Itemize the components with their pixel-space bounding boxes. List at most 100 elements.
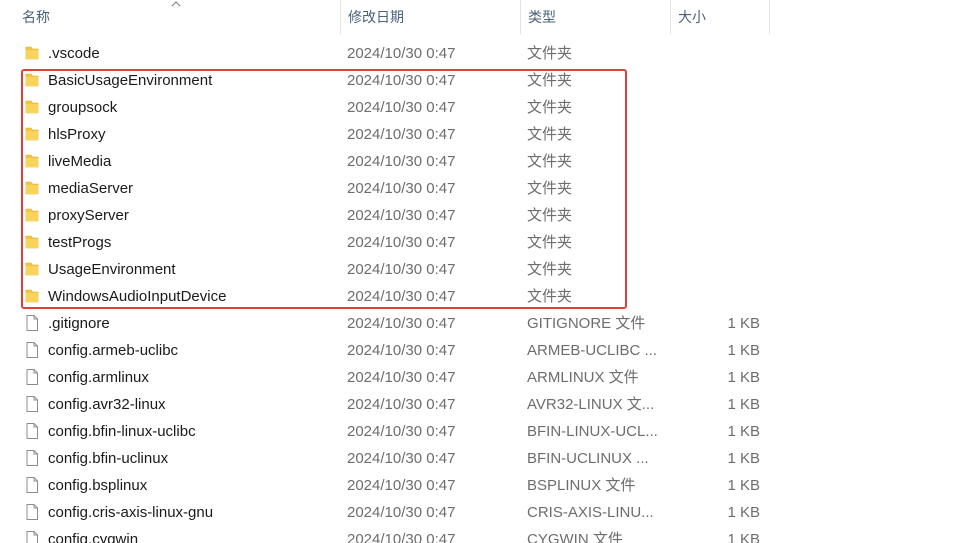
file-icon [24,476,40,494]
folder-icon [24,260,40,278]
file-size: 1 KB [727,504,760,521]
file-name: liveMedia [48,153,112,170]
file-row[interactable]: config.bfin-uclinux 2024/10/30 0:47 BFIN-U… [0,445,975,472]
file-size [670,175,760,202]
file-size [670,94,760,121]
file-size [670,202,760,229]
file-size [670,148,760,175]
file-modified-date: 2024/10/30 0:47 [347,315,456,332]
file-type: BFIN-UCLINUX ... [527,450,649,467]
file-row[interactable]: hlsProxy 2024/10/30 0:47 文件夹 [0,121,975,148]
file-row[interactable]: liveMedia 2024/10/30 0:47 文件夹 [0,148,975,175]
file-explorer: 名称 修改日期 类型 大小 .vscode 2024/10/30 0:47 文件夹 B… [0,0,975,543]
file-modified-date: 2024/10/30 0:47 [347,450,456,467]
file-row[interactable]: UsageEnvironment 2024/10/30 0:47 文件夹 [0,256,975,283]
file-size: 1 KB [727,450,760,467]
file-name: config.bfin-linux-uclibc [48,423,196,440]
file-type: 文件夹 [527,234,573,251]
file-row[interactable]: proxyServer 2024/10/30 0:47 文件夹 [0,202,975,229]
file-name: config.bfin-uclinux [48,450,169,467]
column-divider[interactable] [769,0,770,34]
file-name: .gitignore [48,315,110,332]
file-size: 1 KB [727,369,760,386]
file-size: 1 KB [727,423,760,440]
file-row[interactable]: testProgs 2024/10/30 0:47 文件夹 [0,229,975,256]
file-type: 文件夹 [527,261,573,278]
folder-icon [24,125,40,143]
file-size: 1 KB [727,342,760,359]
file-name: mediaServer [48,180,134,197]
file-size [670,121,760,148]
file-row[interactable]: config.cris-axis-linux-gnu 2024/10/30 0:4… [0,499,975,526]
file-name: config.armlinux [48,369,149,386]
file-size [670,67,760,94]
file-row[interactable]: config.bsplinux 2024/10/30 0:47 BSPLINUX 文… [0,472,975,499]
file-row[interactable]: .vscode 2024/10/30 0:47 文件夹 [0,40,975,67]
file-name: hlsProxy [48,126,106,143]
file-icon [24,422,40,440]
file-name: groupsock [48,99,118,116]
file-icon [24,314,40,332]
file-icon [24,449,40,467]
file-modified-date: 2024/10/30 0:47 [347,342,456,359]
folder-icon [24,206,40,224]
file-modified-date: 2024/10/30 0:47 [347,288,456,305]
file-name: .vscode [48,45,100,62]
file-modified-date: 2024/10/30 0:47 [347,234,456,251]
file-size: 1 KB [727,477,760,494]
file-icon [24,368,40,386]
file-type: GITIGNORE 文件 [527,315,646,332]
file-name: WindowsAudioInputDevice [48,288,227,305]
folder-icon [24,71,40,89]
file-modified-date: 2024/10/30 0:47 [347,261,456,278]
file-modified-date: 2024/10/30 0:47 [347,531,456,543]
file-name: config.bsplinux [48,477,148,494]
file-row[interactable]: config.avr32-linux 2024/10/30 0:47 AVR32-L… [0,391,975,418]
file-modified-date: 2024/10/30 0:47 [347,45,456,62]
file-name: testProgs [48,234,112,251]
file-type: 文件夹 [527,99,573,116]
file-row[interactable]: BasicUsageEnvironment 2024/10/30 0:47 文件夹 [0,67,975,94]
column-header-modified[interactable]: 修改日期 [340,0,520,34]
file-size [670,229,760,256]
file-modified-date: 2024/10/30 0:47 [347,153,456,170]
file-type: 文件夹 [527,180,573,197]
folder-icon [24,98,40,116]
file-size: 1 KB [727,531,760,543]
folder-icon [24,152,40,170]
file-size [670,256,760,283]
file-row[interactable]: .gitignore 2024/10/30 0:47 GITIGNORE 文件 1 K… [0,310,975,337]
file-icon [24,395,40,413]
file-name: config.cris-axis-linux-gnu [48,504,214,521]
file-modified-date: 2024/10/30 0:47 [347,126,456,143]
file-type: 文件夹 [527,126,573,143]
column-header-size[interactable]: 大小 [670,0,770,34]
file-row[interactable]: config.cygwin 2024/10/30 0:47 CYGWIN 文件 1 K… [0,526,975,543]
file-name: UsageEnvironment [48,261,176,278]
file-icon [24,341,40,359]
file-size [670,283,760,310]
folder-icon [24,179,40,197]
folder-icon [24,287,40,305]
file-name: BasicUsageEnvironment [48,72,213,89]
file-row[interactable]: config.armlinux 2024/10/30 0:47 ARMLINUX 文… [0,364,975,391]
file-type: 文件夹 [527,207,573,224]
file-row[interactable]: config.bfin-linux-uclibc 2024/10/30 0:47 B… [0,418,975,445]
file-row[interactable]: groupsock 2024/10/30 0:47 文件夹 [0,94,975,121]
file-row[interactable]: mediaServer 2024/10/30 0:47 文件夹 [0,175,975,202]
file-row[interactable]: config.armeb-uclibc 2024/10/30 0:47 ARMEB-… [0,337,975,364]
file-type: 文件夹 [527,153,573,170]
file-icon [24,503,40,521]
file-row[interactable]: WindowsAudioInputDevice 2024/10/30 0:47 文件… [0,283,975,310]
file-modified-date: 2024/10/30 0:47 [347,477,456,494]
file-type: 文件夹 [527,72,573,89]
file-modified-date: 2024/10/30 0:47 [347,423,456,440]
file-type: 文件夹 [527,45,573,62]
file-modified-date: 2024/10/30 0:47 [347,369,456,386]
column-header-bar: 名称 修改日期 类型 大小 [0,0,975,34]
file-modified-date: 2024/10/30 0:47 [347,504,456,521]
column-header-type[interactable]: 类型 [520,0,670,34]
file-type: CRIS-AXIS-LINU... [527,504,654,521]
column-header-name[interactable]: 名称 [14,0,340,34]
file-list: .vscode 2024/10/30 0:47 文件夹 BasicUsageEnvir… [0,40,975,543]
